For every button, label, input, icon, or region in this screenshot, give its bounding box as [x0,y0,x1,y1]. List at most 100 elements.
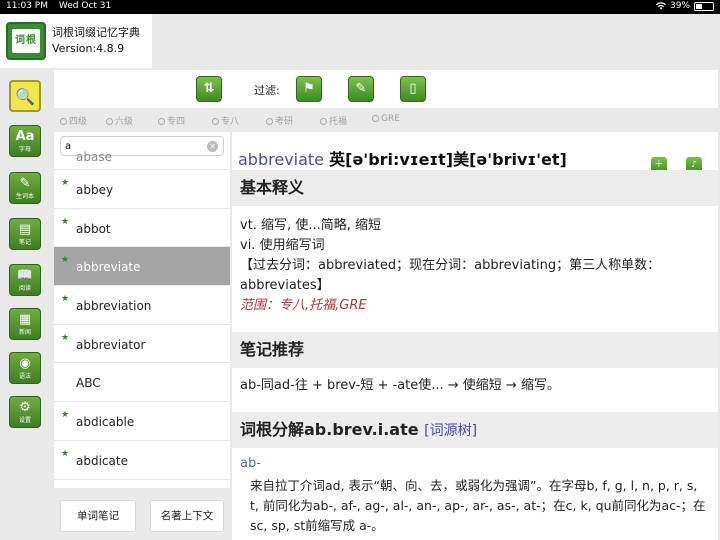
exam-level-filters: 四级 六级 专四 专八 考研 托福 GRE [54,110,718,130]
notes-button[interactable]: ▤ 笔记 [9,218,41,250]
root-breakdown-label: 词根分解ab.brev.i.ate [240,420,419,439]
gear-icon: ⚙ [19,400,31,415]
app-logo: 词根 [6,22,46,60]
list-item-word: abase [76,150,112,164]
root-description: 来自拉丁介词ad, 表示“朝、向、去，或弱化为强调”。在字母b, f, g, l… [250,478,706,533]
word-list: abase ★ abbey ★ abbot ★ abbreviate ★ abb… [54,150,230,480]
battery-icon [694,1,714,11]
word-note-button[interactable]: 单词笔记 [60,500,136,532]
search-icon: 🔍 [15,87,35,106]
star-icon: ★ [61,448,70,459]
book-icon: 📖 [16,268,34,283]
search-mode-button[interactable]: 🔍 [9,80,41,112]
reading-caption: 阅读 [18,285,31,292]
settings-caption: 设置 [18,417,31,424]
level-tem8[interactable]: 专八 [212,114,239,127]
phonetic: 英[ə'bri:vɪeɪt]美[ə'brivɪ'et] [329,150,567,169]
list-item-selected[interactable]: ★ abbreviate [54,247,230,287]
edit-icon: ✎ [355,81,367,96]
exam-range: 范围：专八,托福,GRE [240,298,367,313]
grammar-caption: 语法 [18,373,31,380]
notes-caption: 笔记 [18,239,31,246]
star-icon: ★ [61,178,70,188]
list-item[interactable]: ★ abbot [54,209,230,248]
status-date: Wed Oct 31 [58,1,112,11]
definition: vt. 缩写, 使...简略, 缩短 [240,218,381,233]
alphabet-button[interactable]: Aa 字母 [9,125,41,157]
news-button[interactable]: ▦ 新闻 [9,308,41,340]
status-bar: 11:03 PM Wed Oct 31 39% [0,0,720,14]
list-item-word: ABC [76,376,101,391]
mouse-icon: ▯ [409,81,417,96]
classic-context-button[interactable]: 名著上下文 [150,500,224,532]
list-item[interactable]: ABC [54,363,230,403]
left-rail: 🔍 Aa 字母 ✎ 生词本 ▤ 笔记 📖 阅读 ▦ 新闻 ◉ 语法 ⚙ 设置 [0,68,50,540]
section-notes-title: 笔记推荐 [232,332,718,368]
pencil-icon: ✎ [19,176,31,191]
section-basic-meaning: vt. 缩写, 使...简略, 缩短 vi. 使用缩写词 【过去分词：abbre… [240,216,710,316]
toolbar: ⇅ 过滤: ⚑ ✎ ▯ [54,70,718,108]
filter-mouse-button[interactable]: ▯ [400,76,426,102]
list-item-word: abbey [76,183,114,197]
news-caption: 新闻 [18,329,31,336]
word-list-panel: ✕ abase ★ abbey ★ abbot ★ abbreviate ★ a… [54,132,230,488]
note-recommendation: ab-同ad-往 + brev-短 + -ate使... → 使缩短 → 缩写。 [240,378,560,393]
sort-icon: ⇅ [203,81,215,96]
list-item-word: abdicable [76,415,135,430]
globe-icon: ◉ [19,356,31,371]
filter-edit-button[interactable]: ✎ [348,76,374,102]
star-icon: ★ [61,332,70,343]
root-name[interactable]: ab- [240,456,261,471]
list-item-word: abbot [76,221,111,236]
filter-flag-button[interactable]: ⚑ [296,76,322,102]
list-item[interactable]: ★ abdicate [54,441,230,480]
list-item[interactable]: ★ abbey [54,170,230,209]
section-root-breakdown-title: 词根分解ab.brev.i.ate [词源树] [232,412,718,448]
word-header: abbreviate 英[ə'bri:vɪeɪt]美[ə'brivɪ'et] [238,146,567,170]
clear-icon[interactable]: ✕ [207,141,218,152]
battery-percent: 39% [669,1,690,11]
level-cet4[interactable]: 四级 [60,114,87,127]
list-item[interactable]: ★ abbreviation [54,286,230,325]
list-item[interactable]: ★ abdicable [54,402,230,441]
reading-button[interactable]: 📖 阅读 [9,264,41,296]
vocab-book-caption: 生词本 [15,193,34,200]
level-cet6[interactable]: 六级 [106,114,133,127]
grammar-button[interactable]: ◉ 语法 [9,352,41,384]
star-icon: ★ [61,216,70,227]
star-icon: ★ [61,255,70,266]
status-time: 11:03 PM [6,1,48,11]
list-item-word: abdicate [76,453,128,468]
newspaper-icon: ▦ [18,312,32,327]
vocab-book-button[interactable]: ✎ 生词本 [9,172,41,204]
word-detail-panel: abbreviate 英[ə'bri:vɪeɪt]美[ə'brivɪ'et] ＋… [232,132,718,540]
flag-icon: ⚑ [303,81,315,96]
level-gre[interactable]: GRE [372,114,400,124]
inflections: 【过去分词：abbreviated；现在分词：abbreviating；第三人称… [240,258,661,293]
list-item[interactable]: ★ abbreviator [54,325,230,364]
list-item-word: abbreviate [76,260,141,275]
definition: vi. 使用缩写词 [240,238,325,253]
level-toefl[interactable]: 托福 [320,114,347,127]
app-header: 词根 词根词缀记忆字典 Version:4.8.9 [0,14,152,68]
list-footer: 单词笔记 名著上下文 [54,490,230,540]
level-kaoyan[interactable]: 考研 [266,114,293,127]
filter-label: 过滤: [254,84,280,97]
settings-button[interactable]: ⚙ 设置 [9,396,41,428]
star-icon: ★ [61,410,70,421]
list-item[interactable]: abase [54,150,230,170]
section-basic-meaning-title: 基本释义 [232,170,718,206]
notebook-icon: ▤ [18,222,32,237]
app-version: Version:4.8.9 [52,42,125,55]
headword: abbreviate [238,150,325,169]
sort-button[interactable]: ⇅ [196,76,222,102]
etymology-tree-link[interactable]: [词源树] [424,423,477,439]
wifi-icon [655,2,666,10]
app-logo-text: 词根 [12,29,40,53]
list-item-word: abbreviator [76,337,146,352]
list-item-word: abbreviation [76,299,152,314]
alphabet-caption: 字母 [18,146,31,153]
star-icon: ★ [61,294,70,305]
level-tem4[interactable]: 专四 [158,114,185,127]
alphabet-icon: Aa [15,129,35,144]
